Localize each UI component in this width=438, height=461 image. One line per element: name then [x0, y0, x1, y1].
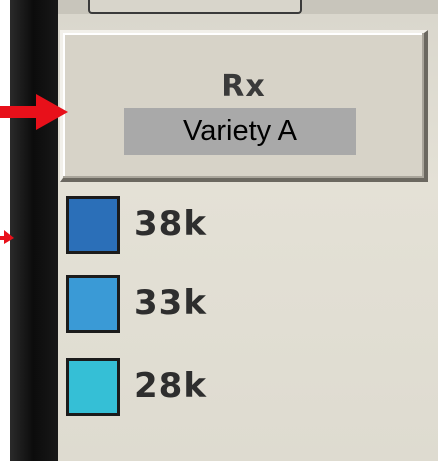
device-screen: Rx 38k 33k 28k Variety A	[0, 0, 438, 461]
legend-item[interactable]: 38k	[66, 196, 366, 262]
legend-item[interactable]: 28k	[66, 358, 366, 424]
legend-swatch	[66, 196, 120, 254]
legend-swatch	[66, 275, 120, 333]
legend-label: 28k	[134, 366, 207, 406]
legend-label: 33k	[134, 283, 207, 323]
arrow-right-icon	[0, 230, 14, 244]
rx-button-label: Rx	[221, 69, 266, 104]
legend-item[interactable]: 33k	[66, 275, 366, 341]
legend-label: 38k	[134, 204, 207, 244]
rx-button[interactable]: Rx	[60, 30, 428, 182]
top-tab[interactable]	[88, 0, 302, 14]
legend-swatch	[66, 358, 120, 416]
arrow-right-icon	[0, 94, 68, 130]
variety-label: Variety A	[124, 108, 356, 155]
